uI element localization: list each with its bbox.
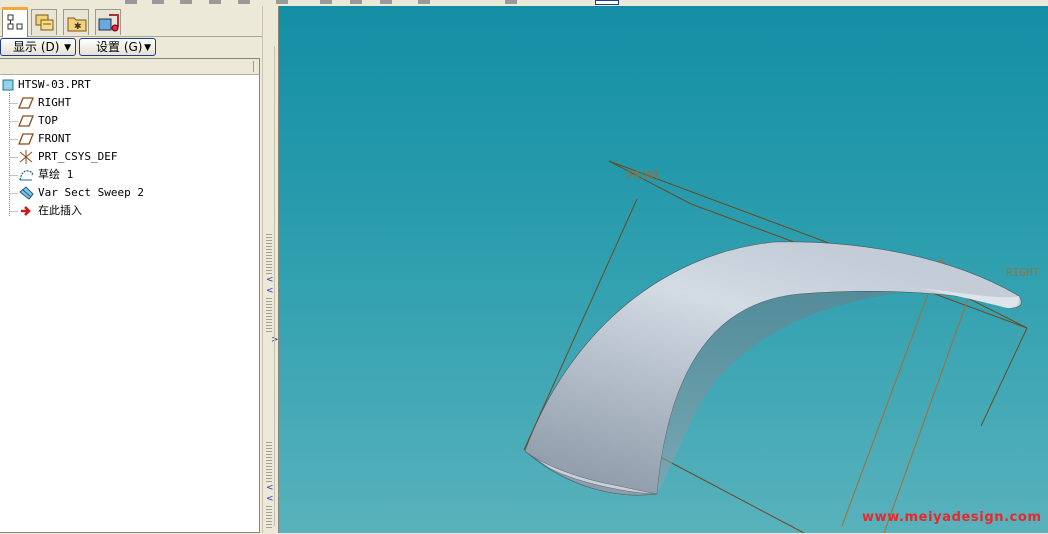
datum-label-front: FRONT (627, 169, 660, 182)
part-icon (2, 79, 14, 91)
show-button-label: 显示 (D) (13, 40, 60, 54)
tab-favorites[interactable]: ✱ (63, 9, 89, 35)
collapse-left-icon[interactable]: < (266, 495, 274, 504)
coordinate-system-icon (19, 150, 33, 164)
tree-item-right[interactable]: RIGHT (18, 94, 218, 112)
collapse-left-icon[interactable]: < (266, 287, 274, 296)
navigator-buttons: 显示 (D) ▼ 设置 (G) ▼ (0, 37, 262, 59)
toolbar-button[interactable] (320, 0, 332, 4)
toolbar-button[interactable] (125, 0, 137, 4)
splitter-grip[interactable] (266, 442, 272, 482)
toolbar-button[interactable] (276, 0, 288, 4)
tree-item-label: RIGHT (38, 96, 72, 109)
tab-model-tree[interactable] (2, 7, 28, 37)
tree-item-label: HTSW-03.PRT (18, 78, 91, 91)
tree-item-sketch[interactable]: 草绘 1 (18, 166, 218, 184)
tree-item-csys[interactable]: PRT_CSYS_DEF (18, 148, 218, 166)
tree-item-top[interactable]: TOP (18, 112, 218, 130)
splitter-grip[interactable] (266, 234, 272, 274)
toolbar-button-selected[interactable] (595, 0, 619, 5)
tree-item-label: Var Sect Sweep 2 (38, 186, 144, 199)
settings-button-label: 设置 (G) (96, 40, 143, 54)
model-tree-header (0, 59, 259, 75)
tree-item-sweep[interactable]: Var Sect Sweep 2 (18, 184, 218, 202)
toolbar-button[interactable] (350, 0, 362, 4)
chevron-down-icon: ▼ (64, 43, 71, 53)
model-tree: HTSW-03.PRT RIGHT TOP FRONT PRT_CSYS_DEF… (0, 58, 260, 533)
toolbar-button[interactable] (238, 0, 250, 4)
graphics-window[interactable]: FRONT RIGHT www.meiyadesign.com (279, 6, 1048, 533)
show-dropdown-button[interactable]: 显示 (D) ▼ (0, 38, 76, 56)
sweep-surface[interactable] (524, 241, 1022, 496)
panel-splitter[interactable]: < < > < < (262, 6, 279, 533)
tree-item-front[interactable]: FRONT (18, 130, 218, 148)
tab-connections[interactable] (95, 9, 121, 35)
navigator-panel: ✱ 显示 (D) ▼ 设置 (G) ▼ HTSW-03.PRT RIGHT TO… (0, 6, 262, 533)
tab-folder-browser[interactable] (31, 9, 57, 35)
toolbar-button[interactable] (505, 0, 517, 4)
toolbar-button[interactable] (380, 0, 392, 4)
tree-item-insert-here[interactable]: 在此插入 (18, 202, 218, 220)
toolbar-button[interactable] (418, 0, 430, 4)
insert-here-arrow-icon (21, 206, 31, 216)
collapse-left-icon[interactable]: < (266, 484, 274, 493)
connections-icon (98, 14, 119, 32)
favorites-folder-icon: ✱ (67, 17, 87, 32)
tree-item-label: PRT_CSYS_DEF (38, 150, 118, 163)
sketch-icon (19, 170, 34, 181)
datum-plane-right[interactable] (841, 258, 970, 533)
datum-plane-icon (18, 133, 34, 145)
splitter-rail (274, 46, 275, 526)
splitter-grip[interactable] (266, 298, 272, 332)
tree-item-label: FRONT (38, 132, 72, 145)
settings-dropdown-button[interactable]: 设置 (G) ▼ (79, 38, 156, 56)
collapse-left-icon[interactable]: < (266, 276, 274, 285)
sweep-feature-icon (19, 186, 34, 200)
splitter-grip[interactable] (266, 506, 272, 530)
tree-item-root[interactable]: HTSW-03.PRT (2, 76, 202, 94)
tree-item-label: TOP (38, 114, 58, 127)
datum-plane-icon (18, 115, 34, 127)
toolbar-button[interactable] (152, 0, 164, 4)
model-tree-icon (7, 14, 23, 30)
tree-item-label: 草绘 1 (38, 168, 74, 181)
datum-plane-icon (18, 97, 34, 109)
tree-item-label: 在此插入 (38, 204, 82, 217)
navigator-tabs: ✱ (0, 6, 262, 37)
svg-text:✱: ✱ (74, 22, 82, 32)
datum-label-right: RIGHT (1006, 266, 1039, 279)
folder-browser-icon (35, 14, 54, 31)
watermark: www.meiyadesign.com (862, 510, 1042, 525)
toolbar-button[interactable] (180, 0, 192, 4)
chevron-down-icon: ▼ (144, 43, 151, 53)
toolbar-button[interactable] (209, 0, 221, 4)
